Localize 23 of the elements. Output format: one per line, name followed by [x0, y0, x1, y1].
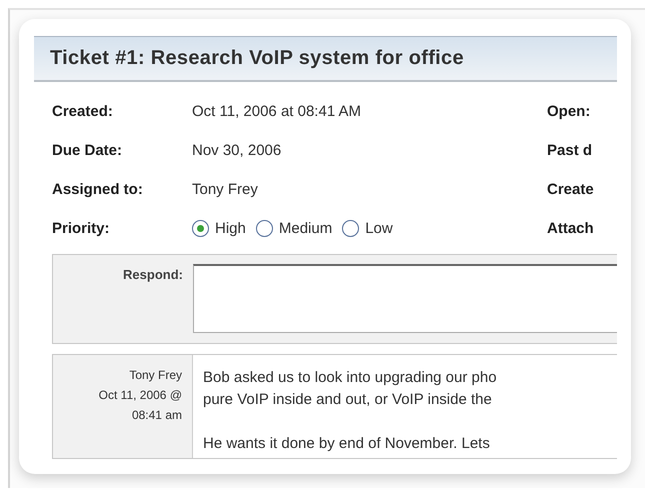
field-label: Open:	[547, 103, 590, 120]
field-label: Priority:	[52, 220, 111, 237]
field-label: Created:	[52, 103, 114, 120]
field-label: Attach	[547, 220, 594, 237]
field-value: Nov 30, 2006	[192, 142, 282, 159]
comment-time: 08:41 am	[132, 407, 182, 424]
comment-text: He wants it done by end of November. Lets	[203, 434, 491, 454]
comment-text: pure VoIP inside and out, or VoIP inside the	[203, 390, 493, 410]
priority-radio[interactable]: Medium	[256, 220, 338, 237]
field-label: Assigned to:	[52, 181, 144, 198]
comment-text: Bob asked us to look into upgrading our pho	[203, 368, 498, 388]
priority-radio[interactable]: Low	[342, 220, 399, 237]
respond-field[interactable]	[193, 264, 617, 333]
ticket-title: Ticket #1: Research VoIP system for office	[50, 47, 464, 70]
field-label: Create	[547, 181, 594, 198]
priority-radio[interactable]: High	[192, 220, 252, 237]
field-value: Oct 11, 2006 at 08:41 AM	[192, 103, 362, 120]
comment-date: Oct 11, 2006 @	[98, 387, 182, 404]
field-value: Tony Frey	[192, 181, 259, 198]
respond-label: Respond:	[122, 266, 184, 284]
field-label: Past d	[547, 142, 592, 159]
comment-author: Tony Frey	[129, 367, 182, 384]
field-label: Due Date:	[52, 142, 124, 159]
